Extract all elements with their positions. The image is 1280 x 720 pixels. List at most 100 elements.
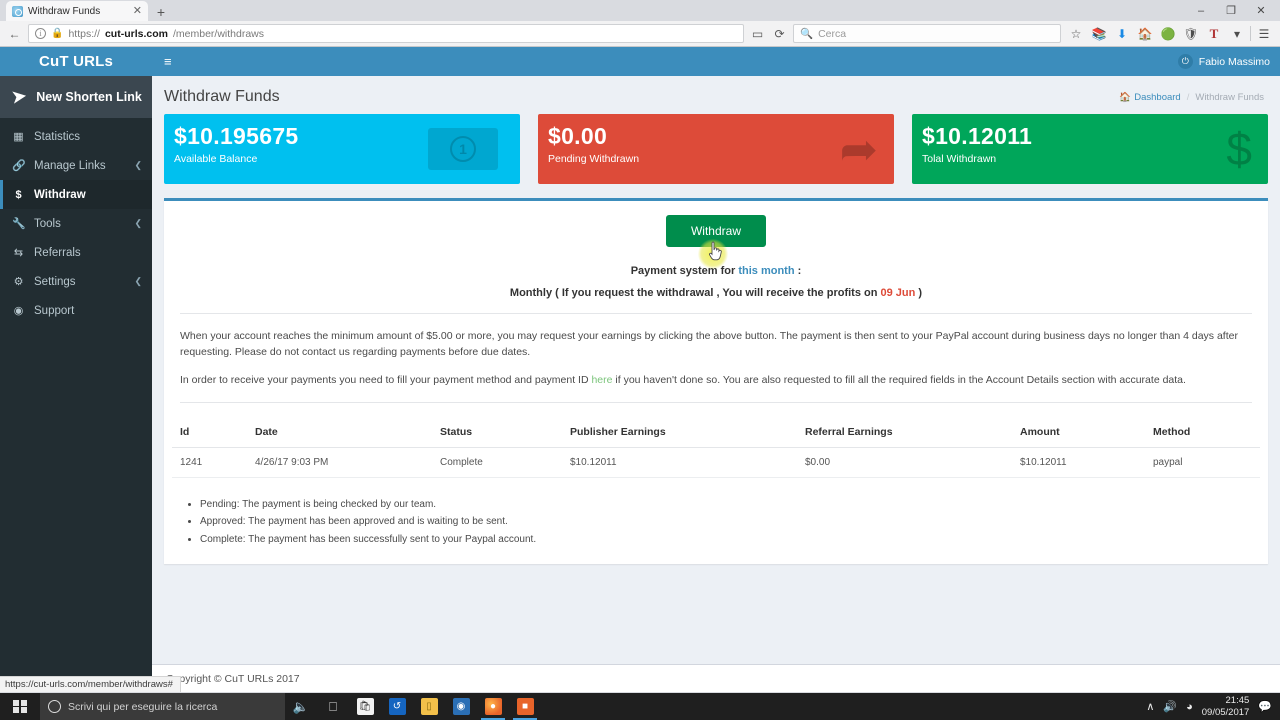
sidebar-item-withdraw[interactable]: $ Withdraw <box>0 180 152 209</box>
search-placeholder: Cerca <box>818 27 847 40</box>
new-shorten-link-button[interactable]: ➤ New Shorten Link <box>0 76 152 118</box>
network-icon[interactable]: ◕ <box>1186 701 1193 713</box>
this-month-link[interactable]: this month <box>738 265 794 277</box>
firefox-icon[interactable]: ● <box>477 693 509 720</box>
notification-icon[interactable]: 💬 <box>1258 700 1272 713</box>
teamviewer-icon[interactable]: ↺ <box>381 693 413 720</box>
sidebar-item-statistics[interactable]: ▦ Statistics <box>0 122 152 151</box>
stat-cards: $10.195675 Available Balance $0.00 Pendi… <box>152 114 1280 184</box>
task-view-icon[interactable]: ⎕ <box>317 693 349 720</box>
sidebar-toggle-icon[interactable]: ≡ <box>164 55 172 68</box>
sidebar-item-support[interactable]: ◉ Support <box>0 296 152 325</box>
card-value: $0.00 <box>548 123 608 149</box>
column-header-publisher-earnings[interactable]: Publisher Earnings <box>562 416 797 448</box>
card-available-balance: $10.195675 Available Balance <box>164 114 520 184</box>
column-header-date[interactable]: Date <box>247 416 432 448</box>
reader-mode-icon[interactable]: ▭ <box>749 25 766 42</box>
text-tool-icon[interactable]: T <box>1204 24 1224 44</box>
browser-icon[interactable]: ◉ <box>445 693 477 720</box>
vlc-icon[interactable]: ■ <box>509 693 541 720</box>
lock-icon: 🔒 <box>51 28 64 39</box>
volume-icon[interactable]: 🔊 <box>1163 700 1177 713</box>
site-info-icon[interactable]: i <box>35 28 46 39</box>
column-header-status[interactable]: Status <box>432 416 562 448</box>
page-footer: Copyright © CuT URLs 2017 <box>152 664 1280 692</box>
close-window-button[interactable]: ✕ <box>1246 0 1276 21</box>
home-icon: 🏠 <box>1119 91 1132 103</box>
breadcrumb-dashboard-label: Dashboard <box>1134 91 1181 103</box>
reload-button[interactable]: ⟳ <box>771 25 788 42</box>
tab-strip: Withdraw Funds ✕ + – ❐ ✕ <box>0 0 1280 21</box>
breadcrumb: 🏠 Dashboard / Withdraw Funds <box>1119 92 1264 103</box>
browser-tab[interactable]: Withdraw Funds ✕ <box>6 1 148 21</box>
sidebar-item-label: Referrals <box>34 246 81 259</box>
page-title: Withdraw Funds <box>164 88 280 105</box>
maximize-button[interactable]: ❐ <box>1216 0 1246 21</box>
menu-icon[interactable]: ☰ <box>1254 24 1274 44</box>
gears-icon: ⚙ <box>13 276 24 288</box>
sidebar-item-tools[interactable]: 🔧 Tools ❮ <box>0 209 152 238</box>
column-header-amount[interactable]: Amount <box>1012 416 1145 448</box>
sidebar-item-label: Settings <box>34 275 76 288</box>
breadcrumb-dashboard-link[interactable]: 🏠 Dashboard <box>1119 92 1180 103</box>
chevron-icon: ❮ <box>134 160 142 170</box>
card-value: $10.12011 <box>922 123 1033 149</box>
taskbar-search-box[interactable]: Scrivi qui per eseguire la ricerca <box>40 693 285 720</box>
shield-icon[interactable]: 🛡 <box>1181 24 1201 44</box>
monthly-prefix: Monthly ( If you request the withdrawal … <box>509 287 881 299</box>
cell-date: 4/26/17 9:03 PM <box>247 447 432 478</box>
wrench-icon: 🔧 <box>12 218 26 230</box>
window-controls: – ❐ ✕ <box>1186 0 1276 21</box>
brand-logo[interactable]: CuT URLs <box>0 47 152 76</box>
minimize-button[interactable]: – <box>1186 0 1216 21</box>
paper-plane-icon: ➤ <box>10 86 28 107</box>
tab-close-icon[interactable]: ✕ <box>133 5 142 17</box>
card-label: Tolal Withdrawn <box>922 153 997 165</box>
sidebar-item-settings[interactable]: ⚙ Settings ❮ <box>0 267 152 296</box>
here-link[interactable]: here <box>591 374 612 386</box>
sidebar-item-label: Statistics <box>34 130 81 143</box>
exchange-icon: ⇆ <box>13 247 24 259</box>
address-bar[interactable]: i 🔒 https:// cut-urls.com /member/withdr… <box>28 24 744 43</box>
tray-expand-icon[interactable]: ∧ <box>1146 700 1154 713</box>
clock[interactable]: 21:45 09/05/2017 <box>1202 695 1250 719</box>
file-explorer-icon[interactable]: ▯ <box>413 693 445 720</box>
sidebar-item-label: Support <box>34 304 75 317</box>
withdraw-button[interactable]: Withdraw <box>665 215 766 247</box>
pocket-icon[interactable]: 🟢 <box>1158 24 1178 44</box>
table-row[interactable]: 1241 4/26/17 9:03 PM Complete $10.12011 … <box>172 447 1260 478</box>
library-icon[interactable]: 📚 <box>1089 24 1109 44</box>
list-item: Pending: The payment is being checked by… <box>200 496 1260 514</box>
back-button[interactable]: ← <box>6 25 23 42</box>
column-header-id[interactable]: Id <box>172 416 247 448</box>
dollar-icon: $ <box>15 188 22 201</box>
info-paragraph-2: In order to receive your payments you ne… <box>172 372 1260 388</box>
divider <box>180 401 1252 403</box>
download-icon[interactable]: ⬇ <box>1112 24 1132 44</box>
clock-date: 09/05/2017 <box>1201 706 1250 718</box>
new-tab-button[interactable]: + <box>150 2 172 21</box>
chevron-down-icon[interactable]: ▾ <box>1227 24 1247 44</box>
search-bar[interactable]: 🔍 Cerca <box>793 24 1061 43</box>
microphone-icon[interactable]: 🔈 <box>285 693 317 720</box>
url-host: cut-urls.com <box>104 27 168 40</box>
copyright-text: Copyright © CuT URLs 2017 <box>166 672 300 685</box>
column-header-method[interactable]: Method <box>1145 416 1260 448</box>
sidebar-item-manage-links[interactable]: 🔗 Manage Links ❮ <box>0 151 152 180</box>
tab-title: Withdraw Funds <box>28 5 101 17</box>
paragraph2-after: if you haven't done so. You are also req… <box>612 373 1186 386</box>
user-menu[interactable]: ⏻ Fabio Massimo <box>1177 54 1270 69</box>
chevron-icon: ❮ <box>134 276 142 286</box>
start-button[interactable] <box>0 693 40 720</box>
page-viewport: CuT URLs ➤ New Shorten Link ▦ Statistics… <box>0 47 1280 692</box>
app-header: ≡ ⏻ Fabio Massimo <box>152 47 1280 76</box>
monthly-suffix: ) <box>915 287 923 299</box>
power-icon: ⏻ <box>1177 54 1193 69</box>
column-header-referral-earnings[interactable]: Referral Earnings <box>797 416 1012 448</box>
content-header: Withdraw Funds 🏠 Dashboard / Withdraw Fu… <box>152 76 1280 114</box>
sidebar-item-referrals[interactable]: ⇆ Referrals <box>0 238 152 267</box>
home-icon[interactable]: 🏠 <box>1135 24 1155 44</box>
store-icon[interactable]: 🛍 <box>349 693 381 720</box>
card-label: Available Balance <box>174 153 258 165</box>
star-icon[interactable]: ☆ <box>1066 24 1086 44</box>
